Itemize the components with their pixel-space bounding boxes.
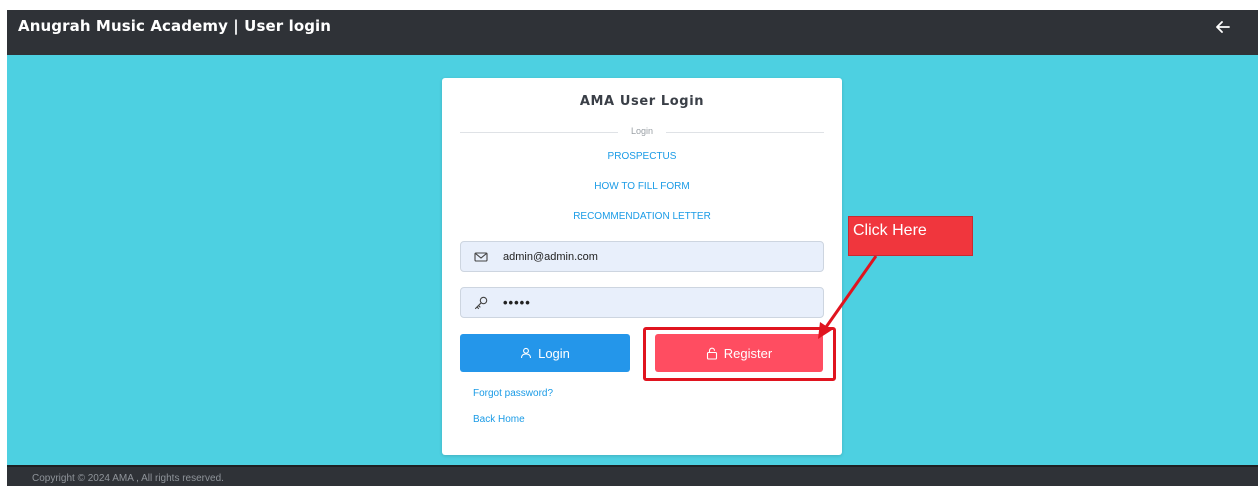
email-input[interactable] xyxy=(503,242,813,271)
card-title: AMA User Login xyxy=(579,94,705,109)
key-icon xyxy=(474,296,488,310)
login-button-label: Login xyxy=(538,345,570,361)
copyright-text: Copyright © 2024 AMA , All rights reserv… xyxy=(32,473,224,484)
divider-line-right xyxy=(666,132,824,133)
login-divider: Login xyxy=(460,126,824,138)
forgot-password-link[interactable]: Forgot password? xyxy=(473,388,553,399)
prospectus-link[interactable]: PROSPECTUS xyxy=(442,151,842,162)
back-arrow-button[interactable] xyxy=(1212,16,1234,38)
footer: Copyright © 2024 AMA , All rights reserv… xyxy=(7,465,1258,486)
login-button[interactable]: Login xyxy=(460,334,630,372)
user-icon xyxy=(521,347,532,359)
page-title: Anugrah Music Academy | User login xyxy=(18,17,332,35)
login-card: AMA User Login Login PROSPECTUS HOW TO F… xyxy=(442,78,842,455)
top-navbar: Anugrah Music Academy | User login xyxy=(7,10,1258,55)
recommendation-letter-link[interactable]: RECOMMENDATION LETTER xyxy=(442,211,842,222)
back-home-link[interactable]: Back Home xyxy=(473,414,525,425)
password-field[interactable] xyxy=(460,287,824,318)
arrow-left-icon xyxy=(1216,21,1230,33)
password-input[interactable] xyxy=(503,288,813,317)
register-highlight-box xyxy=(643,327,836,381)
divider-label: Login xyxy=(630,126,654,136)
envelope-icon xyxy=(474,252,488,262)
how-to-fill-form-link[interactable]: HOW TO FILL FORM xyxy=(442,181,842,192)
email-field[interactable] xyxy=(460,241,824,272)
click-here-callout: Click Here xyxy=(848,216,973,256)
